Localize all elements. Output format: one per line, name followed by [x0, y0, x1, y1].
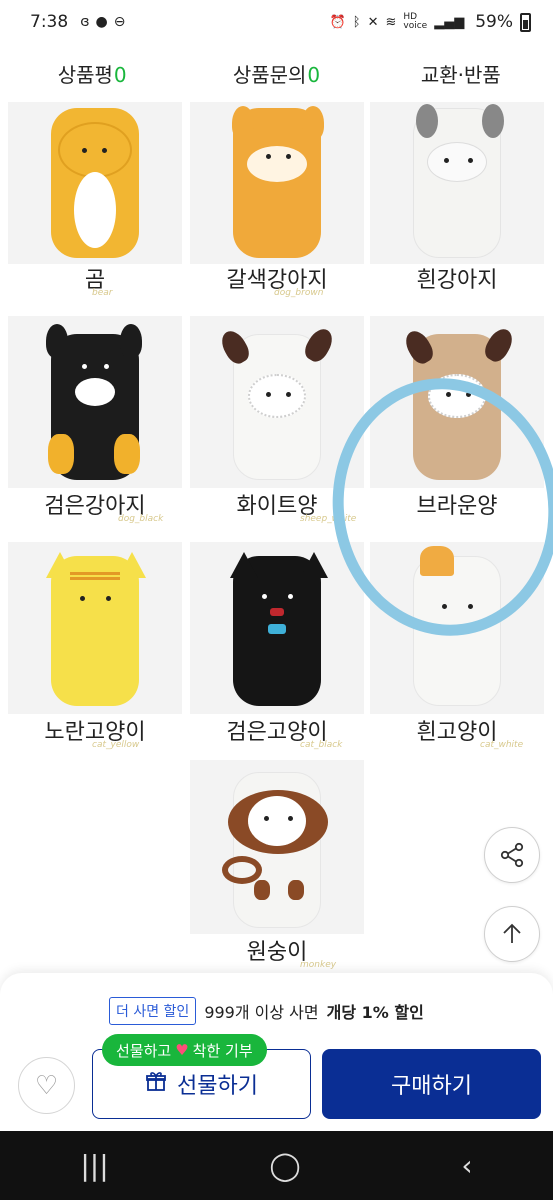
home-icon[interactable]: ◯	[269, 1149, 300, 1182]
review-tabs: 상품평0 상품문의0 교환·반품	[0, 44, 553, 102]
product-name: 원숭이	[246, 940, 308, 965]
gift-donation-bubble: 선물하고 ♥ 착한 기부	[102, 1034, 267, 1066]
wifi-icon: ≋	[385, 14, 397, 30]
back-icon[interactable]: ‹	[461, 1149, 472, 1182]
tab-inquiries-label: 상품문의	[232, 62, 307, 87]
product-item-white-puppy: 흰강아지	[370, 102, 544, 293]
status-time: 7:38	[30, 12, 69, 32]
data-saver-icon: ɞ	[80, 14, 90, 30]
product-photo	[190, 760, 364, 934]
product-item-bear: 곰 bear	[8, 102, 182, 298]
discount-text: 999개 이상 사면	[204, 1003, 319, 1022]
product-name: 흰강아지	[416, 268, 498, 293]
battery-icon	[520, 12, 531, 32]
buy-button-label: 구매하기	[391, 1074, 472, 1099]
mute-icon: ✕	[367, 14, 379, 30]
bulk-discount-info: 더 사면 할인 999개 이상 사면 개당 1% 할인	[109, 997, 424, 1025]
product-item-black-cat: 검은고양이 cat_black	[190, 542, 364, 750]
tab-exchange-return[interactable]: 교환·반품	[369, 59, 553, 88]
discount-tag[interactable]: 더 사면 할인	[109, 997, 197, 1025]
do-not-disturb-icon: ⊖	[113, 14, 126, 30]
wishlist-button[interactable]: ♡	[18, 1057, 75, 1114]
status-left-icons: ɞ ● ⊖	[80, 14, 125, 30]
product-detail-image: 곰 bear 갈색강아지 dog_brown 흰강아지 검은강아지 dog_bl…	[0, 102, 553, 982]
battery-percent: 59%	[475, 12, 513, 32]
share-button[interactable]	[484, 827, 540, 883]
system-nav-bar: ||| ◯ ‹	[0, 1131, 553, 1200]
tab-inquiries-count: 0	[307, 62, 321, 87]
recent-apps-icon[interactable]: |||	[80, 1149, 108, 1182]
arrow-up-icon	[503, 923, 521, 943]
discount-strong: 개당 1% 할인	[326, 1003, 424, 1022]
hd-voice-icon: HD voice	[403, 12, 428, 31]
gift-bubble-text: 선물하고	[116, 1041, 172, 1060]
product-photo	[190, 102, 364, 264]
tab-exchange-label: 교환·반품	[420, 62, 501, 87]
gift-icon	[145, 1070, 167, 1098]
product-item-black-puppy: 검은강아지 dog_black	[8, 316, 182, 524]
tab-reviews-label: 상품평	[57, 62, 113, 87]
red-heart-icon: ♥	[175, 1041, 189, 1059]
purchase-panel: 더 사면 할인 999개 이상 사면 개당 1% 할인 ♡ 선물하고 ♥ 착한 …	[0, 973, 553, 1131]
scroll-to-top-button[interactable]	[484, 906, 540, 962]
gift-button-label: 선물하기	[177, 1074, 258, 1099]
product-item-brown-puppy: 갈색강아지 dog_brown	[190, 102, 364, 298]
bluetooth-icon: ᛒ	[352, 14, 361, 30]
product-photo	[8, 102, 182, 264]
product-item-yellow-cat: 노란고양이 cat_yellow	[8, 542, 182, 750]
tab-inquiries[interactable]: 상품문의0	[184, 59, 368, 88]
product-photo	[8, 316, 182, 488]
product-photo	[190, 542, 364, 714]
heart-icon: ♡	[34, 1070, 59, 1101]
chat-icon: ●	[95, 14, 108, 30]
status-right-icons: ⏰ ᛒ ✕ ≋ HD voice ▂▄▆ 59%	[330, 12, 531, 32]
buy-button[interactable]: 구매하기	[322, 1049, 541, 1119]
status-bar: 7:38 ɞ ● ⊖ ⏰ ᛒ ✕ ≋ HD voice ▂▄▆ 59%	[0, 0, 553, 44]
product-photo	[8, 542, 182, 714]
gift-bubble-text-2: 착한 기부	[192, 1041, 253, 1060]
alarm-icon: ⏰	[329, 14, 346, 30]
tab-reviews-count: 0	[113, 62, 127, 87]
signal-icon: ▂▄▆	[434, 14, 465, 30]
product-item-monkey: 원숭이 monkey	[190, 760, 364, 970]
tab-reviews[interactable]: 상품평0	[0, 59, 184, 88]
share-icon	[500, 842, 524, 868]
product-photo	[370, 102, 544, 264]
